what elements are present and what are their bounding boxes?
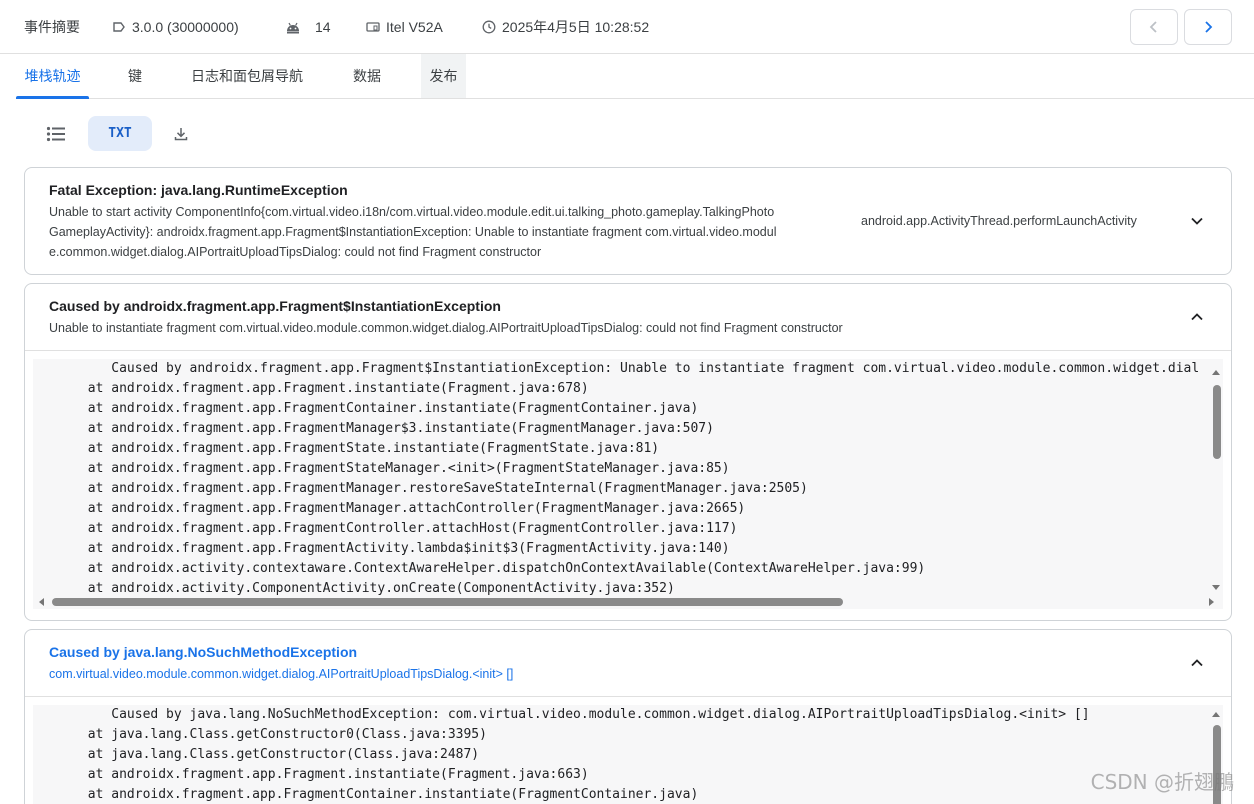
android-icon [287,22,299,34]
vertical-scrollbar[interactable] [1209,359,1223,599]
event-header: 事件摘要 3.0.0 (30000000) 14 Itel V52A 2025年… [0,0,1254,54]
chevron-up-icon[interactable] [1189,309,1205,325]
stack-line: at androidx.fragment.app.FragmentManager… [33,501,746,516]
caused-by-nosuchmethod-card: Caused by java.lang.NoSuchMethodExceptio… [24,629,1232,804]
stack-line: at java.lang.Class.getConstructor0(Class… [33,727,487,742]
version-info: 3.0.0 (30000000) [112,0,239,54]
android-version-text: 14 [315,19,331,35]
tab-stack-trace[interactable]: 堆栈轨迹 [16,54,89,99]
horizontal-scrollbar[interactable] [33,595,1223,609]
exception-message-line: Unable to start activity ComponentInfo{c… [49,205,775,219]
cause-title[interactable]: Caused by java.lang.NoSuchMethodExceptio… [49,644,357,660]
version-text: 3.0.0 (30000000) [132,19,239,35]
stack-line: at androidx.fragment.app.Fragment.instan… [33,381,589,396]
stack-line: at androidx.fragment.app.FragmentContain… [33,787,699,802]
fatal-exception-card[interactable]: Fatal Exception: java.lang.RuntimeExcept… [24,167,1232,275]
csdn-watermark: CSDN @折翅鵬 [1090,770,1234,794]
stack-line: at androidx.activity.contextaware.Contex… [33,561,926,576]
chevron-up-icon[interactable] [1189,655,1205,671]
stack-line: at androidx.fragment.app.FragmentStateMa… [33,461,730,476]
scroll-right-icon[interactable] [1209,598,1215,606]
stack-line: at java.lang.Class.getConstructor(Class.… [33,747,480,762]
exception-message-line: GameplayActivity}: androidx.fragment.app… [49,225,777,239]
cause-title: Caused by androidx.fragment.app.Fragment… [49,298,501,314]
detail-tabs: 堆栈轨迹 键 日志和面包屑导航 数据 发布 [16,54,1254,99]
stack-line: at androidx.fragment.app.FragmentContain… [33,401,699,416]
tab-release[interactable]: 发布 [421,54,466,98]
exception-message-line: e.common.widget.dialog.AIPortraitUploadT… [49,245,542,259]
stack-trace-code: Caused by java.lang.NoSuchMethodExceptio… [33,705,1223,804]
chevron-down-icon[interactable] [1189,213,1205,229]
cause-message[interactable]: com.virtual.video.module.common.widget.d… [49,664,513,684]
datetime-info: 2025年4月5日 10:28:52 [482,0,649,54]
stack-line: at androidx.fragment.app.FragmentManager… [33,421,714,436]
stack-trace-code: Caused by androidx.fragment.app.Fragment… [33,359,1223,599]
divider [25,696,1231,697]
stack-line: Caused by java.lang.NoSuchMethodExceptio… [33,707,1090,722]
tag-icon [113,22,125,32]
list-view-button[interactable] [40,116,72,151]
divider [25,350,1231,351]
stack-line: at androidx.fragment.app.FragmentControl… [33,521,738,536]
exception-location: android.app.ActivityThread.performLaunch… [861,214,1137,228]
android-version-info: 14 [285,0,331,54]
scroll-left-icon[interactable] [38,598,44,606]
scroll-up-icon[interactable] [1212,369,1220,375]
exception-message: Unable to start activity ComponentInfo{c… [49,202,829,262]
chevron-left-icon [1149,21,1157,33]
next-event-button[interactable] [1184,9,1232,45]
device-icon [366,22,380,32]
tab-data[interactable]: 数据 [353,54,381,98]
device-info: Itel V52A [366,0,443,54]
scroll-down-icon[interactable] [1212,585,1220,591]
previous-event-button[interactable] [1130,9,1178,45]
download-icon [174,127,188,140]
cause-message: Unable to instantiate fragment com.virtu… [49,321,843,335]
device-text: Itel V52A [386,19,443,35]
horizontal-scroll-thumb[interactable] [52,598,843,606]
clock-icon [482,20,496,34]
caused-by-instantiation-card: Caused by androidx.fragment.app.Fragment… [24,283,1232,621]
tab-logs-breadcrumbs[interactable]: 日志和面包屑导航 [191,54,303,98]
stack-line: at androidx.fragment.app.FragmentManager… [33,481,808,496]
exception-title: Fatal Exception: java.lang.RuntimeExcept… [49,182,348,198]
stack-line: at androidx.fragment.app.FragmentState.i… [33,441,660,456]
scroll-up-icon[interactable] [1212,711,1220,717]
txt-view-button[interactable]: TXT [88,116,152,151]
chevron-right-icon [1205,21,1213,33]
stack-line: at androidx.fragment.app.Fragment.instan… [33,767,589,782]
vertical-scroll-thumb[interactable] [1213,385,1221,459]
download-button[interactable] [168,116,194,151]
tab-keys[interactable]: 键 [128,54,142,98]
stack-line: at androidx.fragment.app.FragmentActivit… [33,541,730,556]
datetime-text: 2025年4月5日 10:28:52 [502,19,650,35]
stack-line: Caused by androidx.fragment.app.Fragment… [33,361,1200,376]
event-summary-title: 事件摘要 [24,19,80,35]
list-icon [46,126,65,141]
